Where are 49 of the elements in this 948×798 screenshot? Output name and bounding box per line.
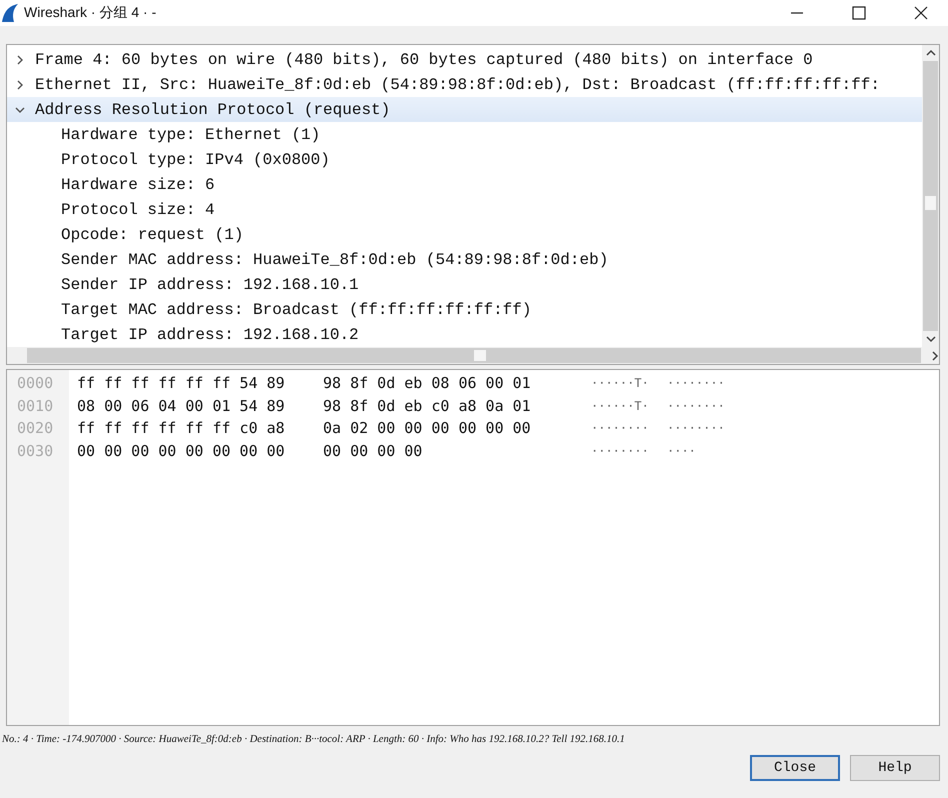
scroll-thumb[interactable] xyxy=(925,196,936,210)
hex-offset: 0010 xyxy=(17,396,54,415)
tree-item[interactable]: Target IP address: 192.168.10.2 xyxy=(7,322,922,347)
horizontal-scrollbar[interactable] xyxy=(7,347,939,364)
ascii-text: ········ xyxy=(667,421,725,436)
dialog-button[interactable]: Help xyxy=(850,755,940,781)
maximize-icon[interactable] xyxy=(852,6,866,20)
tree-item[interactable]: Frame 4: 60 bytes on wire (480 bits), 60 bytes captured (480 bits) on interface 0 xyxy=(7,47,922,72)
tree-item[interactable]: Ethernet II, Src: HuaweiTe_8f:0d:eb (54:89:98:8f:0d:eb), Dst: Broadcast (ff:ff:ff:ff:ff: xyxy=(7,72,922,97)
scroll-up-icon[interactable] xyxy=(926,49,936,57)
ascii-text: ······T· xyxy=(591,398,650,413)
packet-summary: No.: 4 · Time: -174.907000 · Source: HuaweiTe_8f:0d:eb · Destination: B···tocol: ARP · Length: 60 · Info: Who has 192.168.10.2? Tell 192.168.10.1 xyxy=(2,734,626,745)
window-title: Wireshark · 分组 4 · - xyxy=(24,4,156,22)
chevron-icon[interactable] xyxy=(15,104,25,114)
tree-item[interactable]: Hardware size: 6 xyxy=(7,172,922,197)
dialog-button[interactable]: Close xyxy=(750,755,840,781)
tree-item[interactable]: Protocol type: IPv4 (0x0800) xyxy=(7,147,922,172)
vertical-scrollbar[interactable] xyxy=(922,45,939,347)
tree-item[interactable]: Target MAC address: Broadcast (ff:ff:ff:ff:ff:ff) xyxy=(7,297,922,322)
hex-offset: 0020 xyxy=(17,419,54,438)
scroll-thumb[interactable] xyxy=(474,350,486,361)
scroll-down-icon[interactable] xyxy=(926,335,936,343)
ascii-text: ···· xyxy=(667,444,696,458)
tree-item[interactable]: Hardware type: Ethernet (1) xyxy=(7,122,922,147)
hex-offset: 0000 xyxy=(17,374,54,392)
tree-item[interactable]: Sender MAC address: HuaweiTe_8f:0d:eb (54:89:98:8f:0d:eb) xyxy=(7,247,922,272)
ascii-text: ······T· xyxy=(591,376,650,390)
ascii-text: ········ xyxy=(591,421,650,436)
hex-bytes: 00 00 00 00 xyxy=(323,442,424,460)
hex-bytes: ff ff ff ff ff ff c0 a8 xyxy=(77,419,286,438)
hex-bytes: 98 8f 0d eb c0 a8 0a 01 xyxy=(323,396,532,415)
tree-item[interactable]: Sender IP address: 192.168.10.1 xyxy=(7,272,922,297)
chevron-icon[interactable] xyxy=(15,80,25,90)
ascii-text: ········ xyxy=(667,398,725,413)
tree-item[interactable]: Protocol size: 4 xyxy=(7,197,922,222)
tree-item[interactable]: Opcode: request (1) xyxy=(7,222,922,247)
chevron-icon[interactable] xyxy=(15,54,25,64)
ascii-text: ········ xyxy=(591,444,650,458)
ascii-text: ········ xyxy=(667,376,725,390)
hex-bytes: 98 8f 0d eb 08 06 00 01 xyxy=(323,374,532,392)
hex-bytes: ff ff ff ff ff ff 54 89 xyxy=(77,374,286,392)
hex-bytes: 0a 02 00 00 00 00 00 00 xyxy=(323,419,532,438)
tree-item[interactable]: Address Resolution Protocol (request) xyxy=(7,97,922,122)
shark-fin-icon xyxy=(2,4,18,22)
scroll-right-icon[interactable] xyxy=(931,350,939,360)
close-icon[interactable] xyxy=(914,6,928,20)
hex-offset: 0030 xyxy=(17,442,54,460)
hex-bytes: 00 00 00 00 00 00 00 00 xyxy=(77,442,286,460)
hex-bytes: 08 00 06 04 00 01 54 89 xyxy=(77,396,286,415)
